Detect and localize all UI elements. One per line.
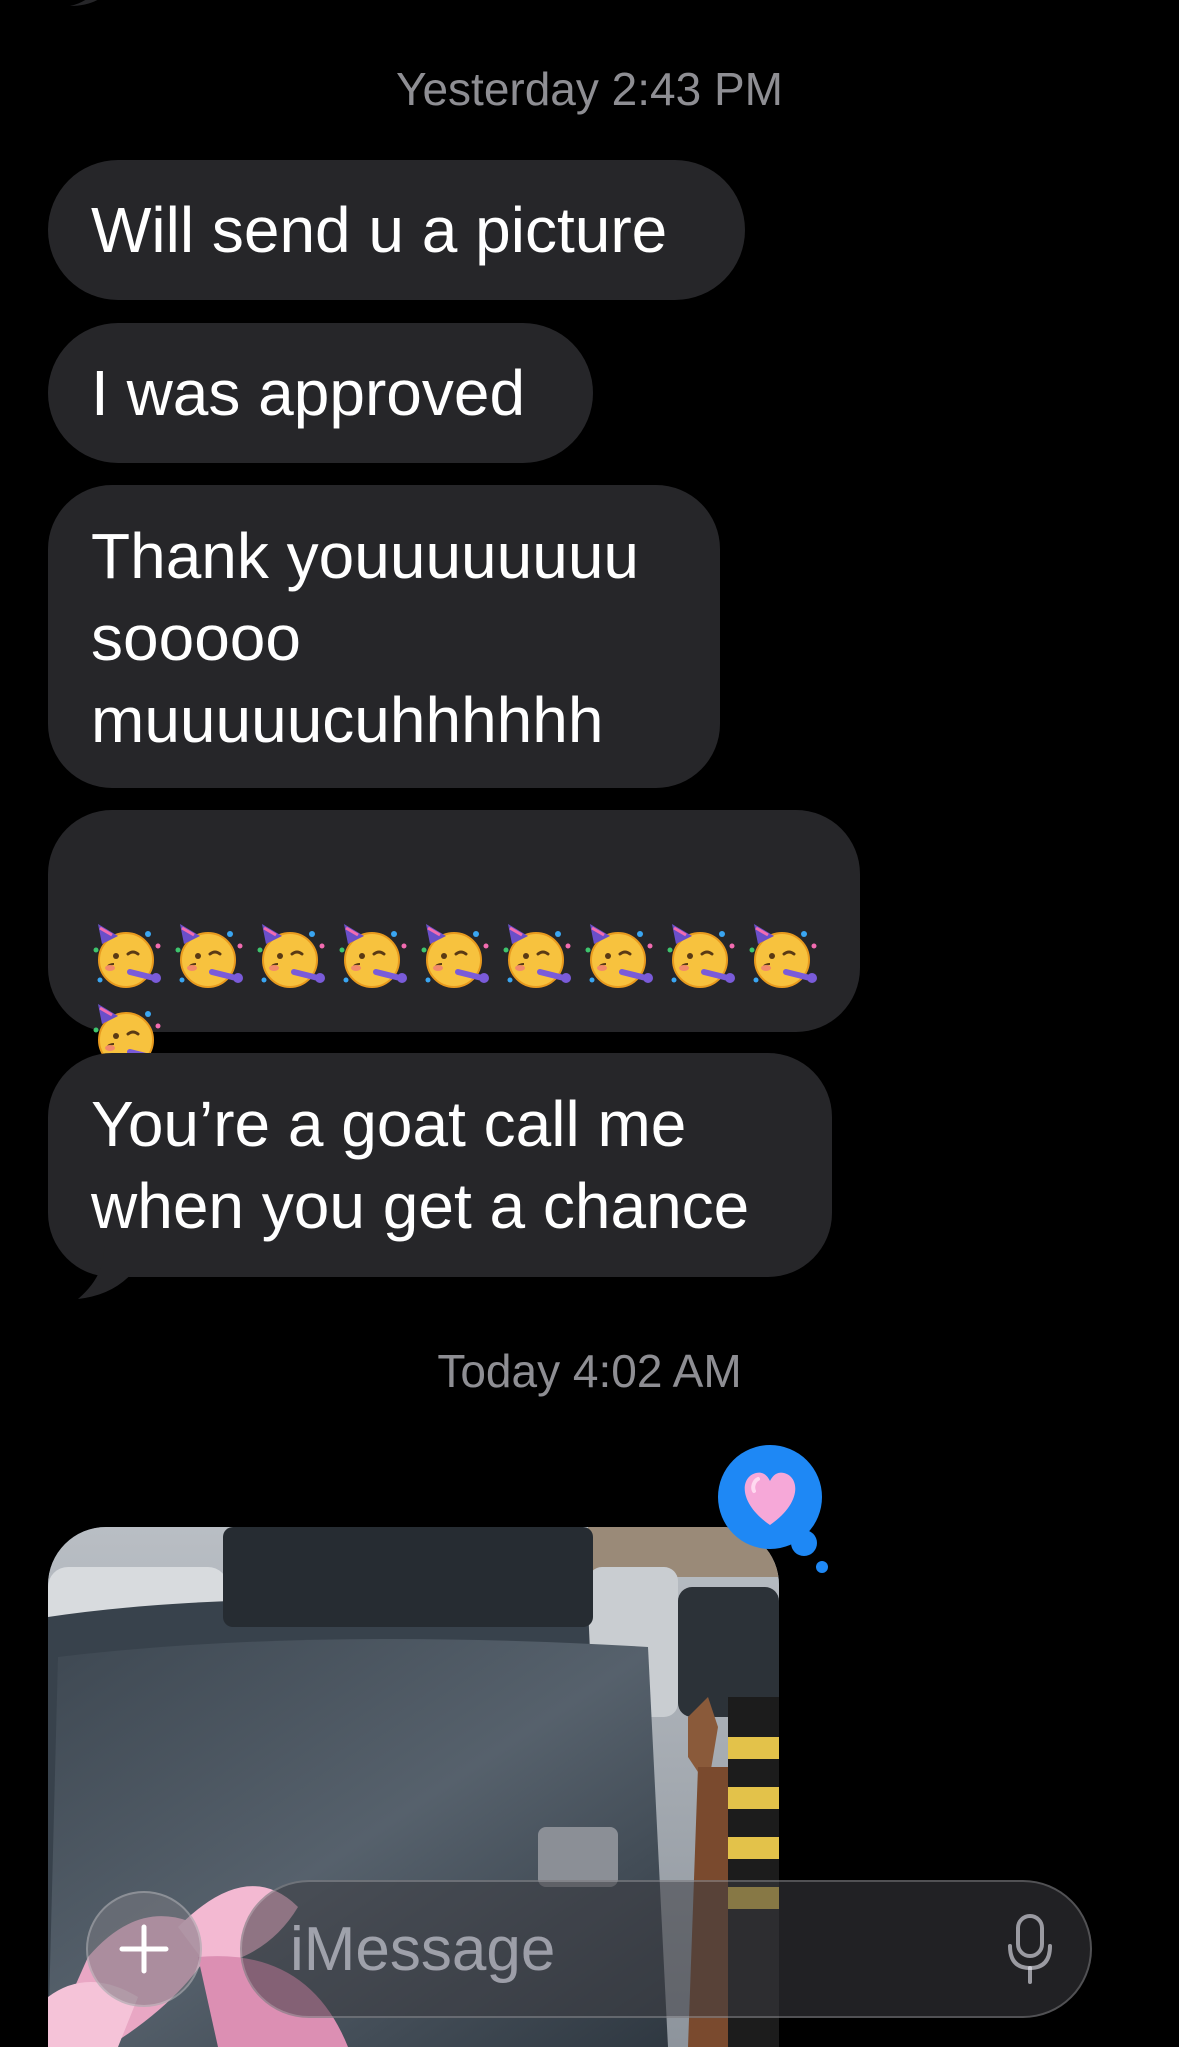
message-input[interactable]: iMessage [240, 1880, 1092, 2018]
message-bubble[interactable]: You’re a goat call me when you get a cha… [48, 1053, 832, 1277]
timestamp-yesterday: Yesterday 2:43 PM [0, 62, 1179, 116]
partying-face-emoji [257, 924, 325, 988]
message-bubble[interactable]: Will send u a picture [48, 160, 745, 300]
timestamp-today: Today 4:02 AM [0, 1344, 1179, 1398]
emoji-row [92, 920, 832, 1072]
partying-face-emoji [667, 924, 735, 988]
partying-face-emoji [749, 924, 817, 988]
previous-bubble-tail [70, 0, 98, 6]
timestamp-day: Yesterday [396, 63, 599, 115]
bubble-tail [78, 1245, 134, 1299]
plus-icon [119, 1924, 169, 1974]
partying-face-emoji [339, 924, 407, 988]
timestamp-time: 2:43 PM [611, 63, 783, 115]
microphone-icon[interactable] [1006, 1912, 1054, 1986]
message-bubble[interactable]: I was approved [48, 323, 593, 463]
heart-reaction-badge[interactable] [718, 1445, 838, 1575]
timestamp-time: 4:02 AM [572, 1345, 742, 1397]
emoji-message-bubble[interactable] [48, 810, 860, 1068]
partying-face-emoji [585, 924, 653, 988]
partying-face-emoji [93, 924, 161, 988]
message-input-placeholder: iMessage [290, 1915, 556, 1984]
message-bubble[interactable]: Thank youuuuuuuu sooooo muuuuucuhhhhhh [48, 485, 720, 788]
partying-face-emoji [421, 924, 489, 988]
timestamp-day: Today [437, 1345, 561, 1397]
add-attachment-button[interactable] [86, 1891, 202, 2007]
partying-face-emoji [175, 924, 243, 988]
partying-face-emoji [503, 924, 571, 988]
